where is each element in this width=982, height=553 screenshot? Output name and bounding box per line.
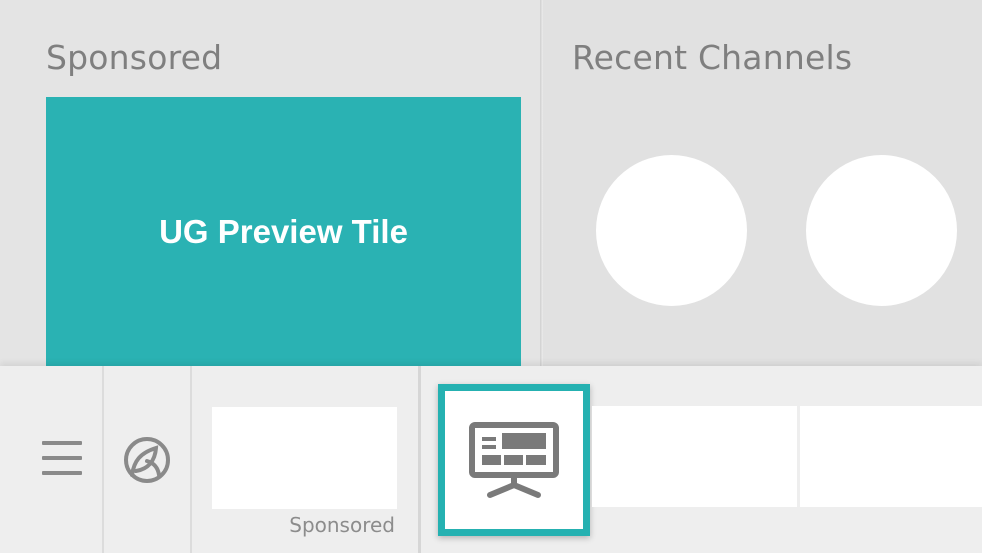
recent-channel-1[interactable] xyxy=(596,155,747,306)
bottom-navbar: Sponsored xyxy=(0,366,982,553)
preview-tile-label: UG Preview Tile xyxy=(159,212,408,250)
ug-preview-tile[interactable]: UG Preview Tile xyxy=(46,97,521,366)
sponsored-app-tile[interactable] xyxy=(212,407,397,509)
nav-divider xyxy=(102,366,104,553)
nav-divider xyxy=(190,366,192,553)
hamburger-menu-icon[interactable] xyxy=(42,441,82,475)
tv-guide-icon xyxy=(469,422,559,498)
recent-channel-2[interactable] xyxy=(806,155,957,306)
sponsored-caption: Sponsored xyxy=(289,513,395,537)
screen: Sponsored Recent Channels UG Preview Til… xyxy=(0,0,982,553)
recent-channels-title: Recent Channels xyxy=(572,38,853,77)
section-divider xyxy=(540,0,543,366)
sponsored-title: Sponsored xyxy=(46,38,223,77)
tv-guide-tile[interactable] xyxy=(438,384,590,536)
app-tile[interactable] xyxy=(800,406,982,507)
app-tile[interactable] xyxy=(592,406,797,507)
nav-divider xyxy=(418,366,421,553)
leaf-circle-icon[interactable] xyxy=(122,435,172,485)
